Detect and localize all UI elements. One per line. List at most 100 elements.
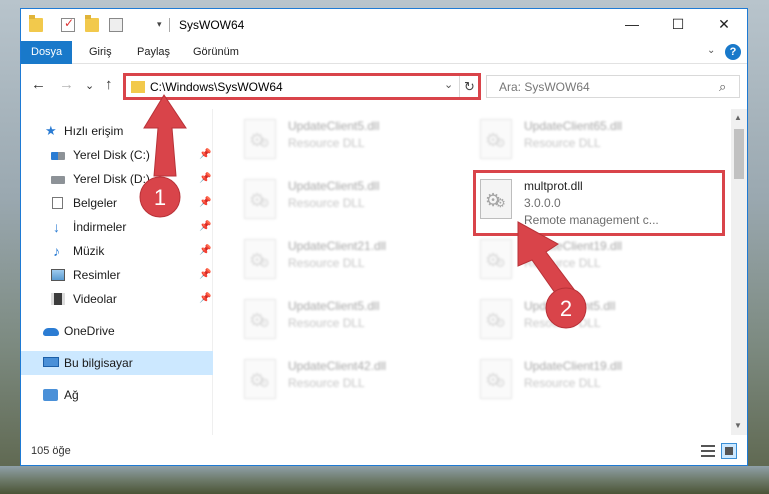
status-bar: 105 öğe bbox=[21, 437, 747, 465]
back-button[interactable]: ← bbox=[31, 76, 46, 93]
dll-file-icon bbox=[244, 119, 276, 159]
file-item[interactable]: UpdateClient19.dll Resource DLL bbox=[476, 355, 712, 413]
file-description: Resource DLL bbox=[288, 196, 365, 210]
dll-file-icon bbox=[244, 239, 276, 279]
file-description: Resource DLL bbox=[524, 136, 601, 150]
dll-file-icon bbox=[244, 179, 276, 219]
file-item[interactable]: UpdateClient19.dll Resource DLL bbox=[476, 235, 712, 293]
recent-locations-button[interactable]: ⌄ bbox=[85, 79, 94, 92]
vertical-scrollbar[interactable]: ▲ ▼ bbox=[731, 109, 747, 435]
pin-icon[interactable]: 📌 bbox=[199, 143, 211, 167]
videos-icon bbox=[51, 293, 65, 305]
file-description: Resource DLL bbox=[524, 376, 601, 390]
file-name: UpdateClient19.dll bbox=[524, 239, 623, 253]
forward-button[interactable]: → bbox=[59, 76, 74, 93]
sidebar-item-onedrive[interactable]: OneDrive bbox=[21, 319, 213, 343]
search-box[interactable]: Ara: SysWOW64 ⌕ bbox=[486, 75, 740, 98]
tab-giris[interactable]: Giriş bbox=[79, 41, 122, 64]
sidebar-item-label: Ağ bbox=[64, 388, 79, 402]
window-title: SysWOW64 bbox=[179, 18, 245, 32]
file-description: Resource DLL bbox=[524, 316, 601, 330]
sidebar-item-music[interactable]: ♪ Müzik 📌 bbox=[21, 239, 213, 263]
minimize-button[interactable]: — bbox=[609, 9, 655, 41]
folder-icon bbox=[29, 15, 43, 32]
navigation-bar: ← → ⌄ ↑ C:\Windows\SysWOW64 ⌄ ↻ Ara: Sys… bbox=[21, 64, 747, 108]
file-item[interactable]: UpdateClient5.dll Resource DLL bbox=[240, 115, 476, 173]
tab-dosya[interactable]: Dosya bbox=[21, 41, 73, 64]
pin-icon[interactable]: 📌 bbox=[199, 215, 211, 239]
file-name: UpdateClient5.dll bbox=[288, 179, 380, 193]
sidebar-item-downloads[interactable]: ↓ İndirmeler 📌 bbox=[21, 215, 213, 239]
customize-quick-access-icon[interactable] bbox=[109, 18, 123, 32]
file-item[interactable]: UpdateClient42.dll Resource DLL bbox=[240, 355, 476, 413]
dll-file-icon bbox=[244, 359, 276, 399]
properties-check-icon[interactable] bbox=[61, 16, 75, 32]
pin-icon[interactable]: 📌 bbox=[199, 191, 211, 215]
pin-icon[interactable]: 📌 bbox=[199, 287, 211, 311]
sidebar-item-local-disk-d[interactable]: Yerel Disk (D:) 📌 bbox=[21, 167, 213, 191]
file-description: Resource DLL bbox=[288, 136, 365, 150]
expand-ribbon-icon[interactable]: ⌄ bbox=[707, 45, 715, 56]
tab-paylas[interactable]: Paylaş bbox=[127, 41, 180, 64]
quick-access-dropdown-icon[interactable]: ▾ bbox=[157, 19, 162, 30]
file-name: UpdateClient65.dll bbox=[524, 119, 623, 133]
scrollbar-thumb[interactable] bbox=[734, 129, 744, 179]
sidebar-item-label: Hızlı erişim bbox=[64, 124, 124, 138]
sidebar-item-videos[interactable]: Videolar 📌 bbox=[21, 287, 213, 311]
documents-icon bbox=[52, 197, 63, 209]
sidebar-item-local-disk-c[interactable]: Yerel Disk (C:) 📌 bbox=[21, 143, 213, 167]
navigation-pane: ★ Hızlı erişim Yerel Disk (C:) 📌 Yerel D… bbox=[21, 109, 213, 435]
dll-file-icon bbox=[244, 299, 276, 339]
file-item[interactable]: UpdateClient21.dll Resource DLL bbox=[240, 235, 476, 293]
star-icon: ★ bbox=[45, 123, 57, 138]
sidebar-item-label: Müzik bbox=[73, 244, 105, 258]
search-icon[interactable]: ⌕ bbox=[719, 79, 726, 95]
file-item[interactable]: UpdateClient65.dll Resource DLL bbox=[476, 115, 712, 173]
sidebar-item-this-pc[interactable]: Bu bilgisayar bbox=[21, 351, 213, 375]
file-item[interactable]: UpdateClient5.dll Resource DLL bbox=[240, 175, 476, 233]
sidebar-item-label: Yerel Disk (C:) bbox=[73, 148, 150, 162]
desktop-background bbox=[0, 466, 769, 494]
file-name: UpdateClient5.dll bbox=[288, 299, 380, 313]
pin-icon[interactable]: 📌 bbox=[199, 167, 211, 191]
file-name: UpdateClient21.dll bbox=[288, 239, 387, 253]
sidebar-item-quick-access[interactable]: ★ Hızlı erişim bbox=[21, 119, 213, 143]
drive-icon bbox=[51, 176, 65, 184]
file-item[interactable]: UpdateClient5.dll Resource DLL bbox=[476, 295, 712, 353]
help-icon[interactable]: ? bbox=[725, 44, 741, 60]
file-item[interactable]: UpdateClient5.dll Resource DLL bbox=[240, 295, 476, 353]
pictures-icon bbox=[51, 269, 65, 281]
sidebar-item-network[interactable]: Ağ bbox=[21, 383, 213, 407]
title-bar: ▾ SysWOW64 — ☐ ✕ bbox=[21, 9, 747, 41]
file-explorer-window: ▾ SysWOW64 — ☐ ✕ Dosya Giriş Paylaş Görü… bbox=[20, 8, 748, 466]
tab-gorunum[interactable]: Görünüm bbox=[183, 41, 249, 64]
drive-icon bbox=[51, 152, 65, 160]
sidebar-item-label: Yerel Disk (D:) bbox=[73, 172, 150, 186]
onedrive-icon bbox=[43, 328, 59, 336]
close-button[interactable]: ✕ bbox=[701, 9, 747, 41]
pin-icon[interactable]: 📌 bbox=[199, 239, 211, 263]
dll-file-icon bbox=[480, 299, 512, 339]
scroll-down-icon[interactable]: ▼ bbox=[734, 421, 742, 430]
up-button[interactable]: ↑ bbox=[105, 76, 113, 93]
dll-file-icon bbox=[480, 119, 512, 159]
pin-icon[interactable]: 📌 bbox=[199, 263, 211, 287]
sidebar-item-label: İndirmeler bbox=[73, 220, 127, 234]
item-count: 105 öğe bbox=[31, 445, 71, 457]
address-highlight-box bbox=[123, 73, 481, 100]
maximize-button[interactable]: ☐ bbox=[655, 9, 701, 41]
sidebar-item-label: OneDrive bbox=[64, 324, 115, 338]
file-list: UpdateClient5.dll Resource DLL UpdateCli… bbox=[214, 109, 732, 435]
file-name: UpdateClient42.dll bbox=[288, 359, 387, 373]
sidebar-item-pictures[interactable]: Resimler 📌 bbox=[21, 263, 213, 287]
ribbon-tabs: Dosya Giriş Paylaş Görünüm ⌄ ? bbox=[21, 41, 747, 64]
scroll-up-icon[interactable]: ▲ bbox=[734, 113, 742, 122]
details-view-icon[interactable] bbox=[701, 445, 715, 457]
sidebar-item-documents[interactable]: Belgeler 📌 bbox=[21, 191, 213, 215]
large-icons-view-icon[interactable] bbox=[721, 443, 737, 459]
this-pc-icon bbox=[43, 357, 59, 367]
downloads-icon: ↓ bbox=[53, 219, 60, 235]
sidebar-item-label: Belgeler bbox=[73, 196, 118, 210]
new-folder-icon[interactable] bbox=[85, 15, 99, 32]
search-placeholder: Ara: SysWOW64 bbox=[499, 80, 590, 94]
